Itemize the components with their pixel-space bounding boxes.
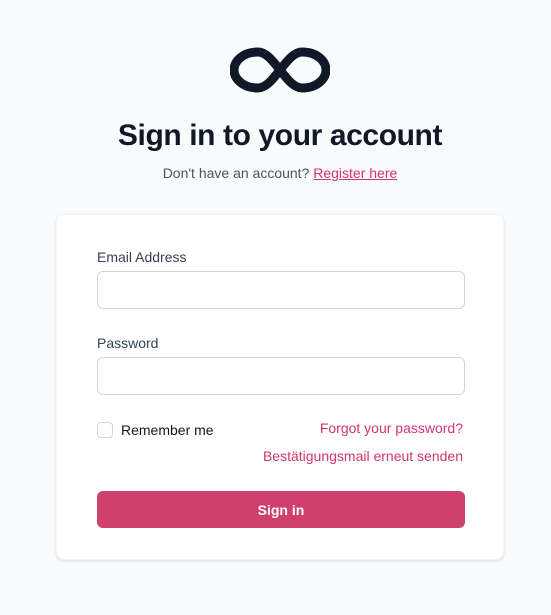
remember-me-toggle[interactable]: Remember me xyxy=(97,420,214,440)
remember-me-label: Remember me xyxy=(121,422,214,438)
sign-in-button[interactable]: Sign in xyxy=(97,491,465,528)
register-prompt-text: Don't have an account? xyxy=(162,165,310,181)
email-input[interactable] xyxy=(97,271,465,309)
infinity-logo-icon xyxy=(230,47,330,93)
password-input[interactable] xyxy=(97,357,465,395)
page-title: Sign in to your account xyxy=(117,119,443,152)
register-prompt: Don't have an account? Register here xyxy=(0,163,551,183)
email-label: Email Address xyxy=(97,249,187,265)
login-card: Email Address Password Remember me Forgo… xyxy=(56,214,504,560)
forgot-password-link[interactable]: Forgot your password? xyxy=(320,418,463,438)
register-link[interactable]: Register here xyxy=(313,165,397,181)
remember-me-checkbox[interactable] xyxy=(97,422,113,438)
password-label: Password xyxy=(97,335,159,351)
resend-confirmation-link[interactable]: Bestätigungsmail erneut senden xyxy=(263,446,463,466)
login-page: Sign in to your account Don't have an ac… xyxy=(0,0,551,615)
